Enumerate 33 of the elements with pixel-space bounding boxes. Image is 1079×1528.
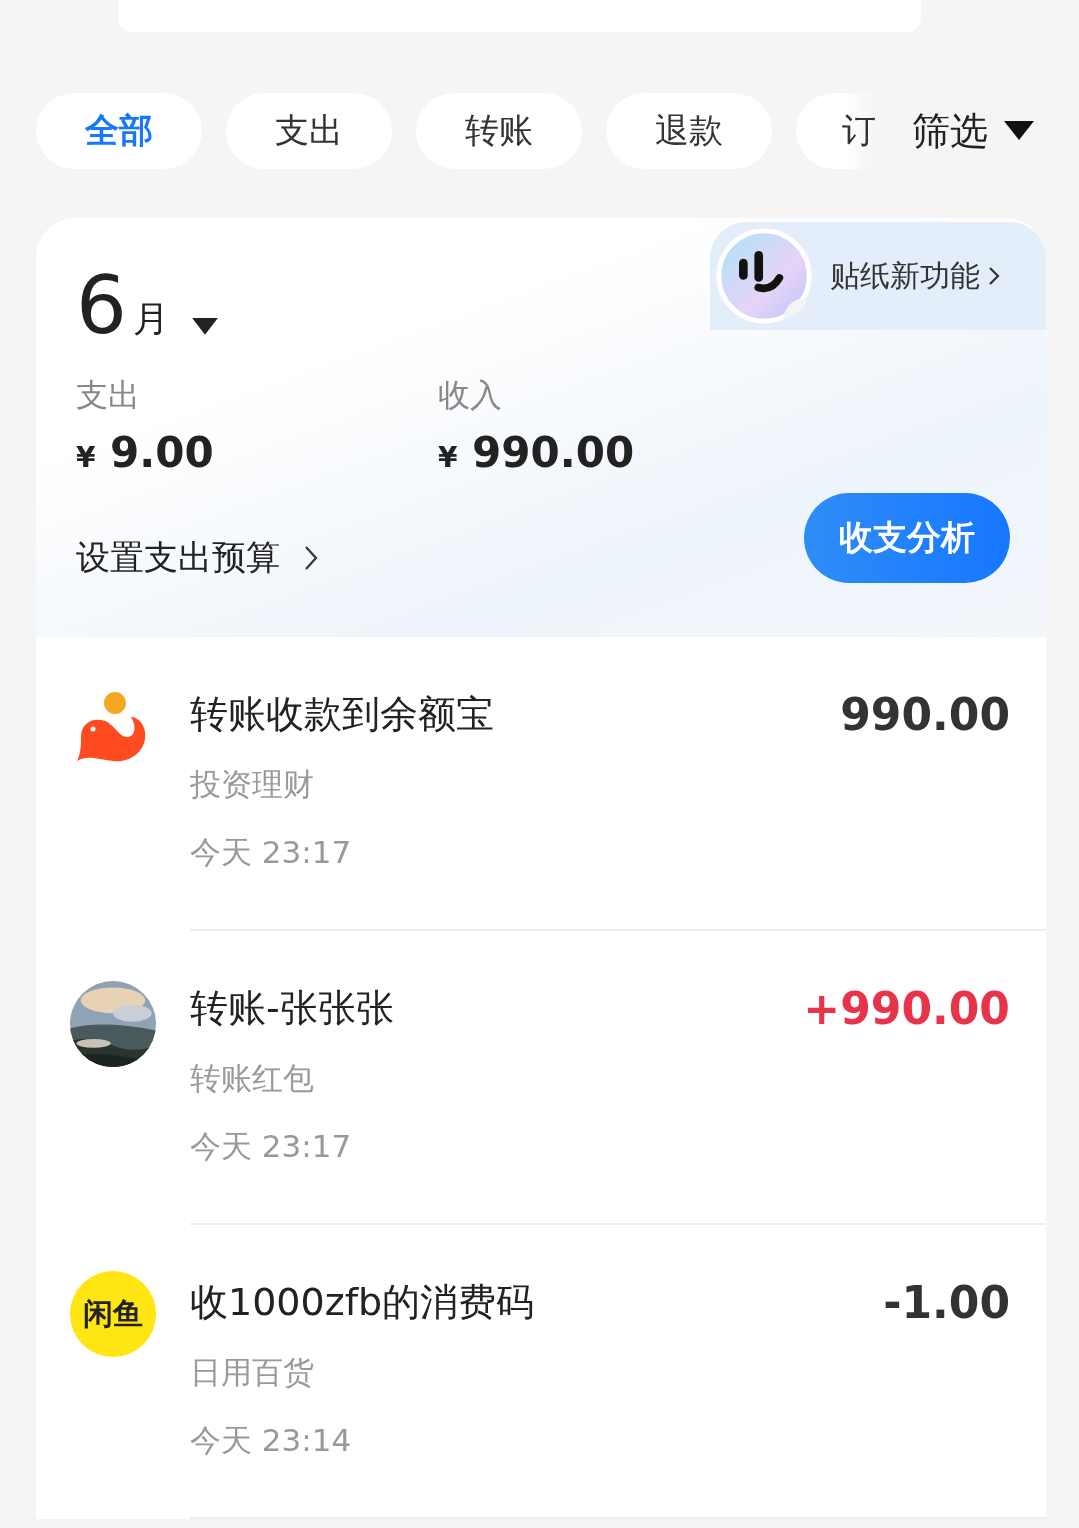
- filter-tab[interactable]: 退款: [606, 93, 772, 169]
- dropdown-icon: [1004, 121, 1034, 141]
- sticker-banner-text: 贴纸新功能: [830, 256, 980, 295]
- dropdown-icon: [190, 318, 219, 336]
- filter-button[interactable]: 筛选: [880, 93, 1034, 169]
- app-logo: 闲鱼: [70, 1271, 156, 1357]
- filter-tab[interactable]: 订: [796, 93, 876, 169]
- analysis-button[interactable]: 收支分析: [804, 493, 1010, 583]
- transaction-time: 今天 23:17: [190, 833, 353, 872]
- filter-tab[interactable]: 转账: [416, 93, 582, 169]
- transaction-category: 转账红包: [190, 1059, 315, 1098]
- transaction-title: 转账-张张张: [190, 985, 394, 1032]
- stat-label: 支出: [76, 375, 141, 416]
- filter-tab[interactable]: 支出: [226, 93, 392, 169]
- transaction-category: 投资理财: [190, 765, 315, 804]
- chevron-icon: [304, 545, 318, 571]
- budget-link[interactable]: 设置支出预算: [76, 535, 318, 581]
- transaction-title: 收1000zfb的消费码: [190, 1279, 535, 1326]
- stat-amount: ¥ 990.00: [438, 428, 636, 477]
- stat-amount: ¥ 9.00: [76, 428, 215, 477]
- month-picker[interactable]: 6 月: [76, 266, 219, 346]
- transaction-time: 今天 23:17: [190, 1127, 353, 1166]
- filter-tab[interactable]: 全部: [36, 93, 202, 169]
- stat-label: 收入: [438, 375, 503, 416]
- transaction-amount: 990.00: [840, 689, 1010, 740]
- transaction-time: 今天 23:14: [190, 1421, 353, 1460]
- chevron-icon: [988, 266, 1000, 286]
- transaction-amount: +990.00: [803, 983, 1010, 1034]
- transaction-amount: -1.00: [883, 1277, 1010, 1328]
- smiley-sticker-icon: [716, 228, 812, 324]
- transaction-category: 日用百货: [190, 1353, 315, 1392]
- transaction-title: 转账收款到余额宝: [190, 691, 494, 738]
- sticker-banner[interactable]: 贴纸新功能: [710, 222, 1046, 330]
